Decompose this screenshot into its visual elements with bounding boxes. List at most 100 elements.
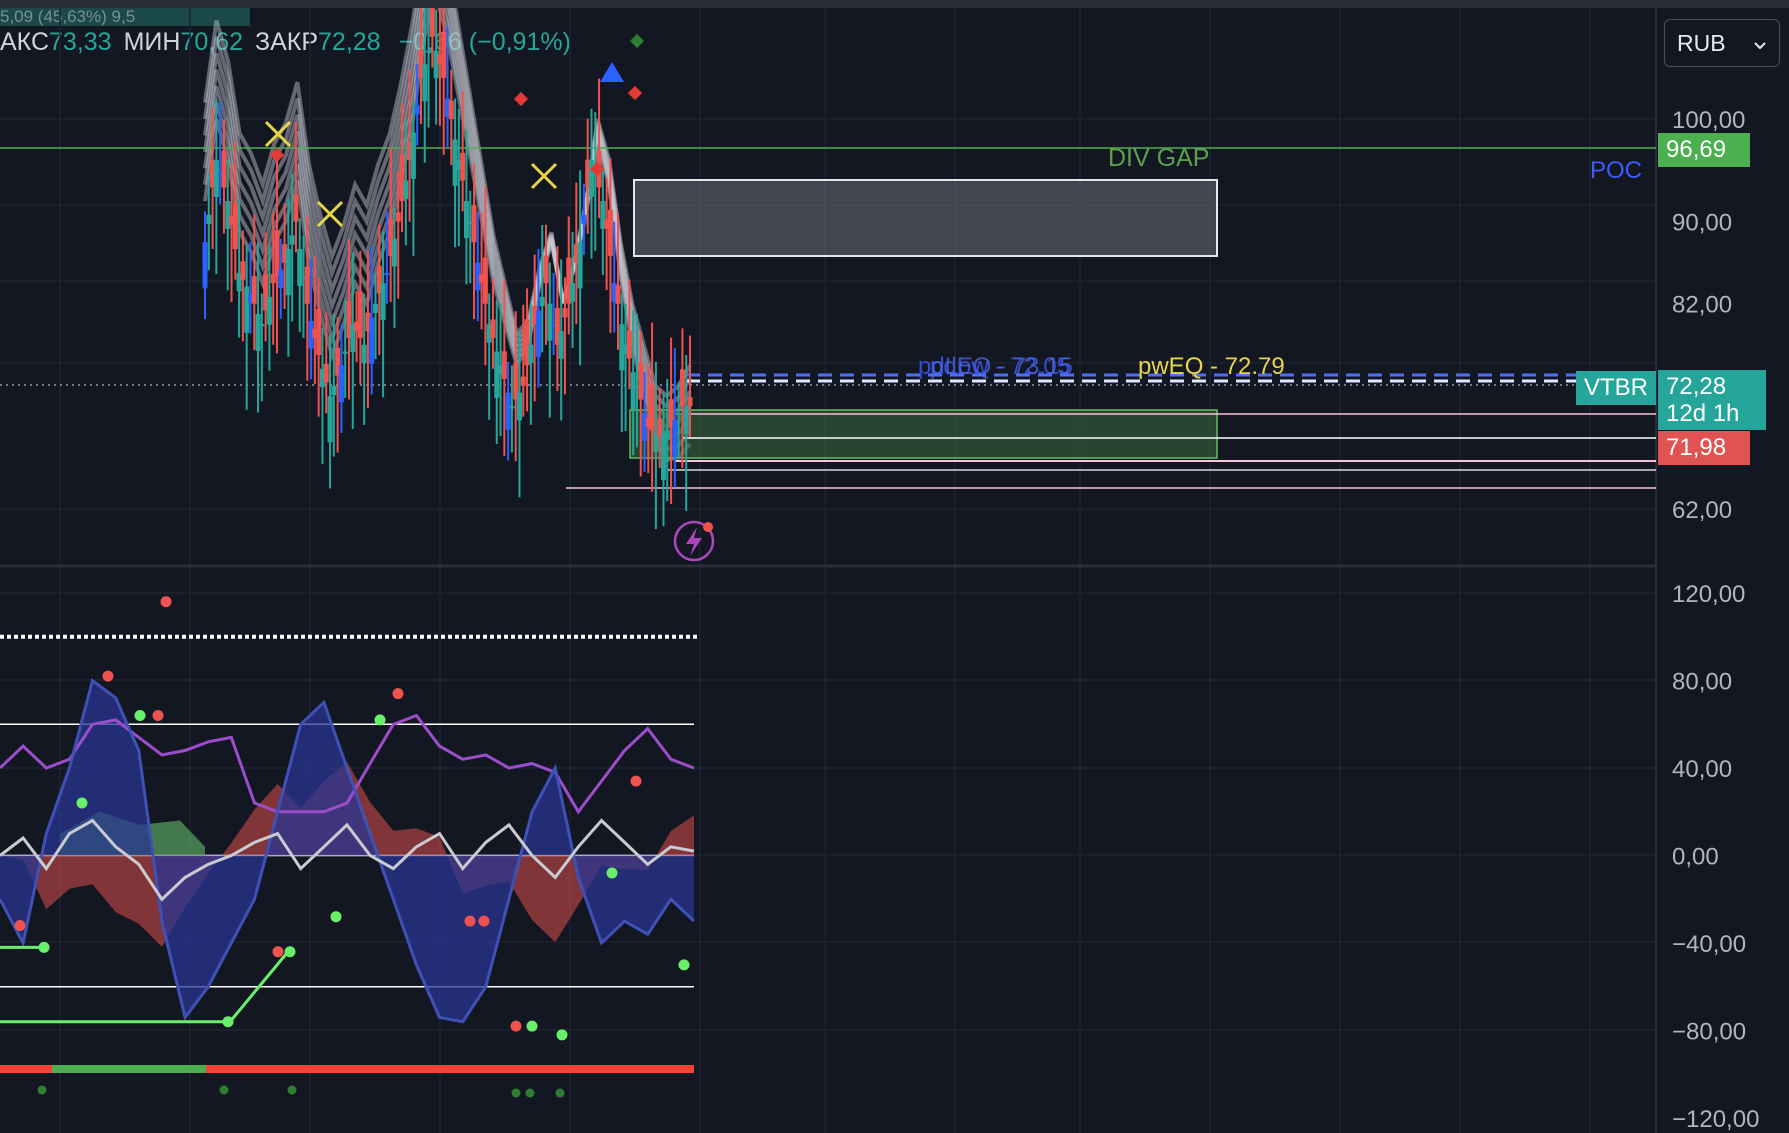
candle-body-125 (676, 413, 682, 416)
last-price-value: 72,28 (1666, 373, 1727, 400)
candle-body-27 (304, 266, 310, 304)
candle-body-0 (202, 242, 208, 289)
diamond-marker-2 (627, 85, 643, 101)
candle-body-30 (316, 308, 322, 356)
candle-body-44 (369, 317, 375, 364)
diamond-marker-1 (629, 33, 645, 49)
candle-body-10 (240, 261, 246, 280)
candle-body-51 (395, 212, 401, 222)
candle-body-115 (638, 362, 644, 400)
pweq-label: pwEQ - 72.79 (1138, 353, 1285, 380)
candle-body-56 (414, 105, 420, 115)
candle-body-1 (206, 214, 212, 225)
candle-body-25 (297, 249, 303, 286)
price-tick-4: 62,00 (1672, 497, 1732, 524)
candle-body-19 (274, 230, 280, 277)
top-border (0, 0, 1789, 8)
osc-dot-18 (38, 941, 50, 953)
candle-body-15 (259, 324, 265, 327)
candle-body-88 (535, 310, 541, 357)
osc-bottom-dot-1 (219, 1085, 229, 1095)
level2-price-tag: 71,98 (1658, 431, 1750, 465)
osc-dot-8 (284, 946, 296, 958)
candle-body-100 (581, 214, 587, 225)
osc-tick-1: 80,00 (1672, 669, 1732, 696)
candle-body-68 (460, 152, 466, 181)
osc-tick-6: −120,00 (1672, 1106, 1759, 1133)
div-gap-zone (633, 179, 1218, 257)
candle-body-60 (429, 8, 435, 37)
oscillator-axis: 120,00 80,00 40,00 0,00 −40,00 −80,00 −120,00 (1672, 581, 1759, 1133)
osc-dot-7 (272, 946, 284, 958)
candle-body-34 (331, 385, 337, 396)
candle-body-83 (516, 392, 522, 421)
osc-dot-0 (102, 670, 114, 682)
candle-body-5 (221, 150, 227, 188)
last-price-tag: 72,28 12d 1h (1658, 370, 1766, 430)
candle-body-22 (285, 249, 291, 296)
candle-body-126 (679, 369, 685, 407)
candle-body-84 (520, 376, 526, 386)
osc-tick-2: 40,00 (1672, 756, 1732, 783)
candle-body-113 (630, 372, 636, 410)
osc-dot-12 (510, 1020, 522, 1032)
poc-price-tag: 96,69 (1658, 133, 1750, 167)
price-tick-0: 100,00 (1672, 107, 1745, 134)
candle-body-13 (251, 276, 257, 304)
candle-body-71 (471, 205, 477, 243)
candle-body-127 (683, 406, 689, 435)
candle-body-121 (660, 433, 666, 480)
osc-bottom-bar-green (52, 1065, 206, 1073)
candle-body-63 (441, 31, 447, 78)
candle-body-86 (528, 344, 534, 364)
candle-body-8 (232, 202, 238, 249)
candle-body-79 (501, 351, 507, 379)
price-tick-2: 82,00 (1672, 292, 1732, 319)
candle-body-58 (422, 64, 428, 102)
cross-marker-3 (530, 162, 558, 190)
candle-body-124 (672, 420, 678, 457)
osc-dot-5 (76, 797, 88, 809)
candle-body-14 (255, 314, 261, 351)
div-gap-label: DIV GAP (1108, 144, 1209, 172)
candle-body-94 (558, 331, 564, 359)
candle-body-33 (327, 396, 333, 443)
osc-dot-1 (134, 710, 146, 721)
osc-dot-6 (14, 920, 26, 931)
candle-body-77 (494, 351, 500, 398)
osc-dot-9 (330, 911, 342, 923)
candle-body-24 (293, 193, 299, 222)
candle-body-36 (338, 365, 344, 403)
candle-body-74 (482, 257, 488, 304)
candle-body-50 (391, 238, 397, 267)
candle-body-45 (373, 303, 379, 313)
diamond-marker-3 (513, 91, 529, 107)
osc-dot-2 (152, 710, 164, 721)
candle-body-97 (570, 283, 576, 302)
poc-price-value: 96,69 (1666, 136, 1727, 163)
osc-bottom-dot-4 (525, 1088, 535, 1098)
candle-body-80 (505, 392, 511, 430)
chart-canvas[interactable]: DIV GAP POC pdLow - 72.05 pdEQ - 73.15 p… (0, 8, 1789, 1133)
osc-tick-4: −40,00 (1672, 931, 1746, 958)
symbol-name: VTBR (1584, 374, 1649, 401)
alert-lightning-icon[interactable] (673, 520, 715, 562)
candle-body-37 (342, 351, 348, 354)
osc-dot-10 (464, 915, 476, 927)
candle-body-116 (642, 413, 648, 441)
osc-dot-13 (526, 1020, 538, 1032)
grid-lines (0, 8, 1656, 1133)
candle-body-3 (213, 160, 219, 197)
candle-body-118 (649, 384, 655, 431)
symbol-tag: VTBR (1576, 371, 1656, 405)
candle-body-41 (357, 291, 363, 338)
osc-dot-19 (222, 1016, 234, 1028)
candle-body-91 (547, 303, 553, 341)
osc-dot-17 (606, 867, 618, 879)
osc-area-blue (0, 680, 694, 1022)
candle-body-76 (490, 319, 496, 338)
poc-label: POC (1590, 157, 1642, 184)
bar-countdown: 12d 1h (1666, 400, 1740, 427)
candle-body-90 (543, 255, 549, 284)
candle-body-81 (509, 406, 515, 409)
